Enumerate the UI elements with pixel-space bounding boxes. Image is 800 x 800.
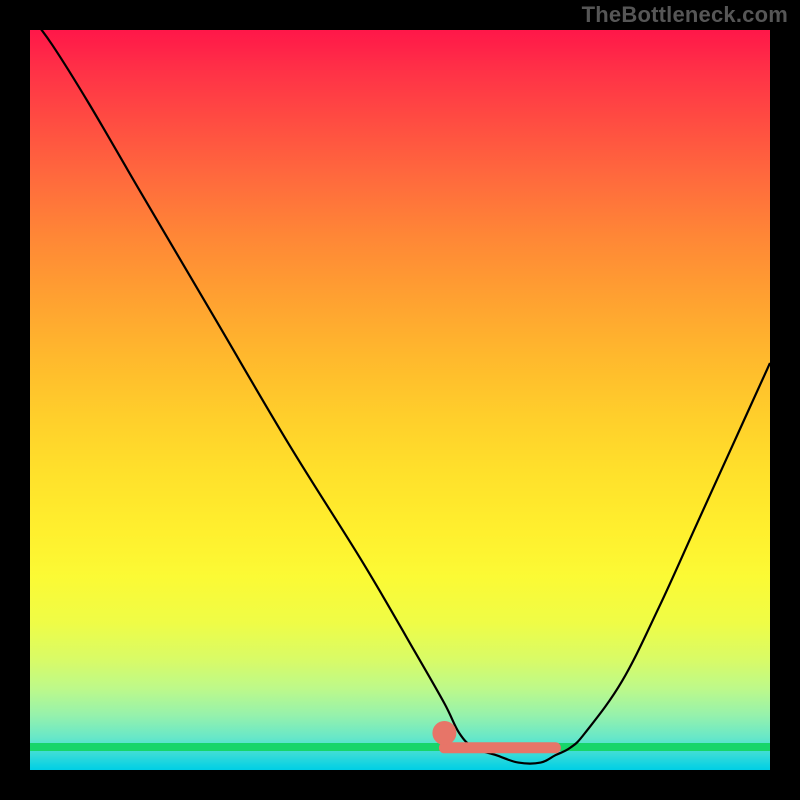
chart-container: TheBottleneck.com [0,0,800,800]
bottleneck-curve [30,30,770,764]
marker-dot-icon [432,721,456,745]
attribution-text: TheBottleneck.com [582,2,788,28]
plot-area [30,30,770,770]
curve-layer [30,30,770,770]
